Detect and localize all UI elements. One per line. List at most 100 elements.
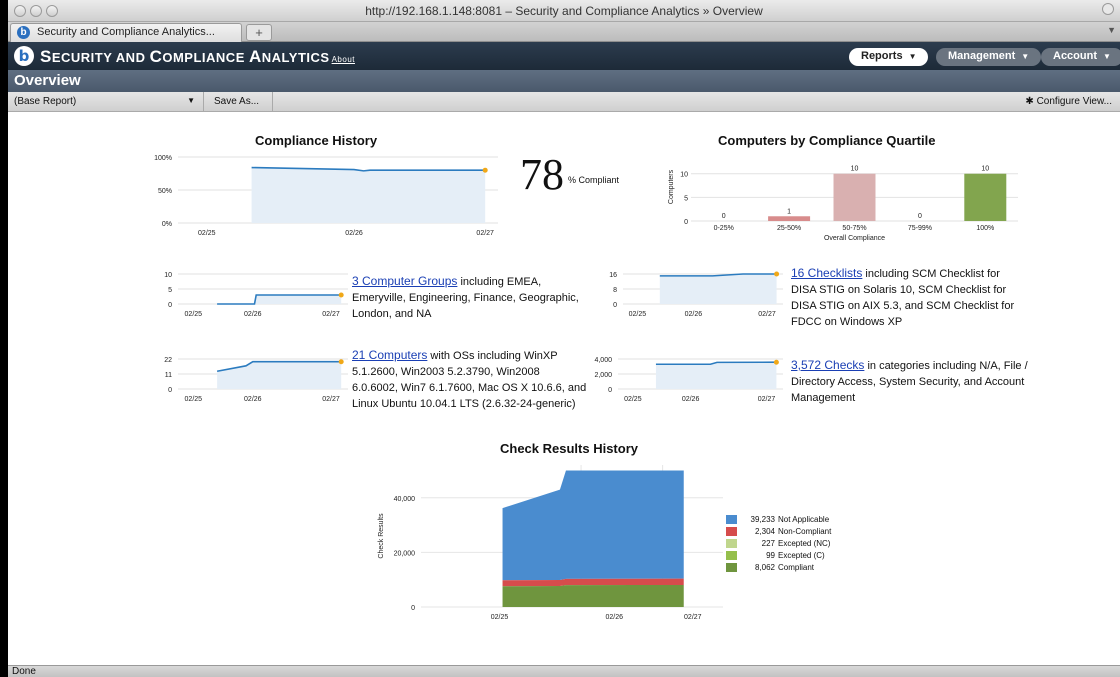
y-tick-label: 22	[164, 357, 172, 364]
chevron-down-icon: ▼	[1103, 52, 1111, 61]
x-tick-label: 0-25%	[714, 225, 734, 232]
legend-value: 2,304	[754, 526, 775, 536]
compliance-percent-value: 78	[520, 150, 564, 199]
tab-label: Security and Compliance Analytics...	[37, 26, 215, 38]
browser-tab-active[interactable]: b Security and Compliance Analytics...	[10, 23, 242, 42]
y-tick-label: 10	[680, 172, 688, 179]
check-results-chart: 40,000 20,000 0 Check Results 02/25 02/26 02/2…	[378, 465, 723, 621]
data-label: 0	[722, 213, 726, 220]
legend-item: 227 Excepted (NC)	[726, 537, 831, 549]
y-tick-label: 2,000	[594, 372, 612, 379]
check-results-title: Check Results History	[500, 441, 638, 456]
configure-view-button[interactable]: ✱ Configure View...	[1025, 96, 1112, 107]
x-tick-label: 02/27	[322, 311, 340, 318]
area-fill	[655, 362, 777, 389]
checklists-summary: 16 Checklists including SCM Checklist fo…	[791, 265, 1026, 330]
checks-link[interactable]: 3,572 Checks	[791, 358, 864, 372]
groups-history-chart: 10 5 0 02/25 02/26 02/27	[164, 272, 348, 318]
quartile-bar-chart: 0 5 10 Computers 0 0-25% 1 25-50% 10 50-75% 0 75-99…	[668, 166, 1018, 242]
legend-swatch	[726, 550, 737, 560]
legend-swatch	[726, 526, 737, 536]
account-menu-button[interactable]: Account ▼	[1041, 48, 1120, 66]
y-tick-label: 100%	[154, 155, 172, 162]
legend-value: 8,062	[754, 562, 775, 572]
quartile-chart-title: Computers by Compliance Quartile	[718, 133, 936, 148]
data-label: 10	[851, 166, 859, 173]
tab-strip: b Security and Compliance Analytics... +…	[8, 22, 1120, 42]
tab-list-icon[interactable]: ▼	[1107, 25, 1116, 35]
y-tick-label: 0	[168, 302, 172, 309]
x-tick-label: 02/25	[491, 614, 509, 621]
series-endpoint	[773, 359, 779, 365]
title-part: C	[149, 47, 163, 66]
browser-window: http://192.168.1.148:8081 – Security and…	[8, 0, 1120, 677]
app-title: SECURITY AND COMPLIANCE ANALYTICS About	[40, 47, 355, 67]
compliance-history-title: Compliance History	[255, 133, 378, 148]
configure-view-label: Configure View...	[1036, 96, 1112, 107]
data-label: 0	[918, 213, 922, 220]
page-title: Overview	[14, 72, 81, 89]
legend-value: 227	[761, 538, 775, 548]
series-endpoint	[482, 167, 488, 173]
toolbar-toggle-icon[interactable]	[1102, 3, 1114, 15]
management-label: Management	[948, 50, 1016, 62]
y-tick-label: 10	[164, 272, 172, 279]
y-tick-label: 5	[684, 195, 688, 202]
y-tick-label: 0%	[162, 221, 172, 228]
app-logo-icon: b	[14, 46, 34, 66]
legend-label: Excepted (C)	[778, 550, 825, 560]
y-tick-label: 0	[613, 302, 617, 309]
y-tick-label: 20,000	[394, 550, 416, 557]
legend-label: Non-Compliant	[778, 526, 832, 536]
y-tick-label: 16	[609, 272, 617, 279]
checklists-link[interactable]: 16 Checklists	[791, 266, 862, 280]
reports-menu-button[interactable]: Reports ▼	[849, 48, 929, 66]
legend-swatch	[726, 538, 737, 548]
x-tick-label: 02/27	[758, 311, 776, 318]
x-tick-label: 02/27	[758, 396, 776, 403]
x-tick-label: 02/25	[198, 230, 216, 237]
x-axis-label: Overall Compliance	[824, 235, 885, 242]
legend-swatch	[726, 514, 737, 524]
area-compliant	[502, 584, 684, 607]
x-tick-label: 50-75%	[842, 225, 866, 232]
data-label: 1	[787, 208, 791, 215]
series-endpoint	[338, 292, 344, 298]
save-as-button[interactable]: Save As...	[214, 96, 259, 107]
area-fill	[659, 274, 777, 304]
y-tick-label: 0	[608, 387, 612, 394]
x-tick-label: 02/26	[685, 311, 703, 318]
x-tick-label: 75-99%	[908, 225, 932, 232]
y-tick-label: 0	[411, 605, 415, 612]
x-tick-label: 02/26	[244, 311, 262, 318]
computer-groups-link[interactable]: 3 Computer Groups	[352, 274, 457, 288]
management-menu-button[interactable]: Management ▼	[936, 48, 1042, 66]
about-link[interactable]: About	[332, 55, 355, 64]
bar	[768, 216, 811, 221]
computers-link[interactable]: 21 Computers	[352, 348, 427, 362]
compliance-percent-label: % Compliant	[568, 175, 620, 185]
title-part: S	[40, 47, 52, 66]
legend-item: 99 Excepted (C)	[726, 549, 831, 561]
window-title: http://192.168.1.148:8081 – Security and…	[365, 4, 763, 18]
x-tick-label: 100%	[976, 225, 994, 232]
y-tick-label: 0	[684, 219, 688, 226]
new-tab-button[interactable]: +	[246, 24, 272, 41]
x-tick-label: 02/25	[185, 311, 203, 318]
legend-label: Not Applicable	[778, 514, 830, 524]
checklists-history-chart: 16 8 0 02/25 02/26 02/27	[609, 271, 783, 318]
title-part: OMPLIANCE	[162, 50, 249, 65]
bar	[964, 173, 1007, 221]
report-select[interactable]: (Base Report) ▼	[8, 92, 204, 112]
page-header: Overview	[8, 70, 1120, 92]
x-tick-label: 25-50%	[777, 225, 801, 232]
legend-value: 99	[766, 550, 775, 560]
legend-item: 8,062 Compliant	[726, 561, 831, 573]
computers-history-chart: 22 11 0 02/25 02/26 02/27	[164, 357, 348, 403]
bar	[833, 173, 876, 221]
data-label: 10	[981, 166, 989, 173]
window-titlebar: http://192.168.1.148:8081 – Security and…	[8, 0, 1120, 22]
legend-swatch	[726, 562, 737, 572]
checks-summary: 3,572 Checks in categories including N/A…	[791, 357, 1031, 406]
dashboard-content: Compliance History 100% 50% 0% 02/25 02/26 02…	[8, 113, 1120, 665]
